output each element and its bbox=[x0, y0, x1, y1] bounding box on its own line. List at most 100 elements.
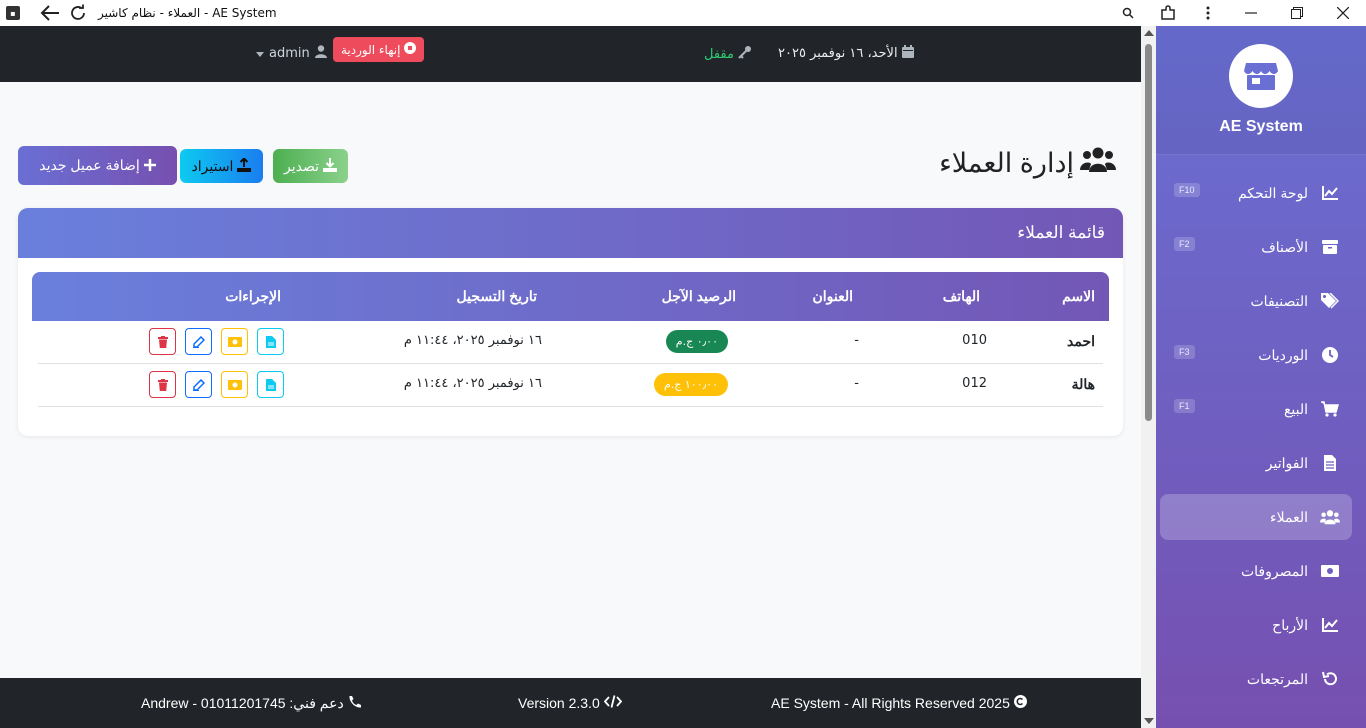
close-icon[interactable] bbox=[1320, 0, 1366, 26]
add-customer-button[interactable]: إضافة عميل جديد bbox=[18, 146, 177, 185]
shortcut-badge: F10 bbox=[1174, 183, 1200, 197]
user-menu[interactable]: admin bbox=[256, 45, 327, 62]
window-titlebar: ▪ العملاء - نظام كاشير - AE System bbox=[0, 0, 1366, 26]
date-text: الأحد، ١٦ نوفمبر ٢٠٢٥ bbox=[778, 46, 898, 61]
import-button[interactable]: استيراد bbox=[180, 149, 263, 183]
payment-button[interactable] bbox=[221, 328, 248, 355]
footer-rights: AE System - All Rights Reserved 2025 bbox=[771, 695, 1027, 711]
chart-line-icon bbox=[1320, 615, 1340, 635]
cell-date: ١٦ نوفمبر ٢٠٢٥، ١١:٤٤ م bbox=[403, 376, 542, 391]
table-header: الاسم الهاتف العنوان الرصيد الآجل تاريخ … bbox=[32, 272, 1109, 321]
shortcut-badge: F2 bbox=[1174, 237, 1195, 251]
export-button[interactable]: تصدير bbox=[273, 149, 348, 183]
header-date[interactable]: تاريخ التسجيل bbox=[457, 288, 537, 305]
table-row: هالة 012 - ١٠٠٫٠٠ ج.م ١٦ نوفمبر ٢٠٢٥، ١١… bbox=[38, 364, 1103, 407]
back-icon[interactable] bbox=[36, 0, 64, 26]
reload-icon[interactable] bbox=[64, 0, 92, 26]
cell-name: احمد bbox=[1067, 333, 1095, 349]
cell-address: - bbox=[854, 376, 859, 391]
undo-icon bbox=[1320, 669, 1340, 689]
sidebar-item-label: الأصناف bbox=[1261, 238, 1308, 255]
payment-button[interactable] bbox=[221, 371, 248, 398]
scrollbar-thumb[interactable] bbox=[1145, 44, 1152, 421]
export-label: تصدير bbox=[283, 157, 319, 174]
balance-badge: ٠٫٠٠ ج.م bbox=[665, 330, 728, 353]
app-icon: ▪ bbox=[6, 6, 20, 20]
sidebar-item-label: المرتجعات bbox=[1246, 670, 1308, 687]
search-icon[interactable] bbox=[1108, 0, 1148, 26]
sidebar-item-label: العملاء bbox=[1270, 508, 1308, 525]
tags-icon bbox=[1320, 291, 1340, 311]
minimize-icon[interactable] bbox=[1228, 0, 1274, 26]
footer-version-text: Version 2.3.0 bbox=[518, 695, 600, 711]
current-date: الأحد، ١٦ نوفمبر ٢٠٢٥ bbox=[778, 45, 914, 62]
header-address[interactable]: العنوان bbox=[812, 288, 853, 305]
caret-down-icon bbox=[256, 46, 264, 61]
phone-icon bbox=[348, 695, 362, 712]
view-button[interactable] bbox=[257, 371, 284, 398]
cart-icon bbox=[1320, 399, 1340, 419]
sidebar-item-label: التصنيفات bbox=[1250, 292, 1309, 309]
more-menu-icon[interactable] bbox=[1188, 0, 1228, 26]
sidebar-item-customers[interactable]: العملاء bbox=[1160, 494, 1352, 540]
sidebar-nav: لوحة التحكم F10 الأصناف F2 التصنيفات الو… bbox=[1156, 155, 1366, 702]
plus-icon bbox=[143, 158, 156, 174]
file-icon bbox=[265, 335, 276, 348]
cell-phone: 010 bbox=[962, 333, 987, 348]
sidebar-item-expenses[interactable]: المصروفات bbox=[1160, 548, 1352, 594]
file-icon bbox=[265, 378, 276, 391]
header-phone[interactable]: الهاتف bbox=[943, 288, 980, 305]
cell-address: - bbox=[854, 333, 859, 348]
store-logo-icon bbox=[1229, 44, 1293, 108]
edit-icon bbox=[192, 335, 205, 348]
vertical-scrollbar[interactable] bbox=[1141, 26, 1156, 728]
add-customer-label: إضافة عميل جديد bbox=[39, 157, 140, 173]
end-shift-label: إنهاء الوردية bbox=[341, 42, 401, 57]
restore-icon[interactable] bbox=[1274, 0, 1320, 26]
card-title: قائمة العملاء bbox=[1017, 223, 1105, 242]
sidebar-item-products[interactable]: الأصناف F2 bbox=[1160, 224, 1352, 270]
extensions-icon[interactable] bbox=[1148, 0, 1188, 26]
cell-date: ١٦ نوفمبر ٢٠٢٥، ١١:٤٤ م bbox=[403, 333, 542, 348]
users-icon bbox=[1320, 507, 1340, 527]
main-content: إدارة العملاء تصدير استيراد إضافة عميل ج… bbox=[0, 82, 1141, 678]
delete-button[interactable] bbox=[149, 328, 176, 355]
upload-icon bbox=[237, 156, 252, 175]
shift-status: مقفل bbox=[704, 45, 752, 63]
sidebar-item-invoices[interactable]: الفواتير bbox=[1160, 440, 1352, 486]
header-actions: الإجراءات bbox=[225, 288, 281, 304]
box-icon bbox=[1320, 237, 1340, 257]
page-title: إدارة العملاء bbox=[939, 146, 1116, 181]
sidebar-item-label: البيع bbox=[1283, 400, 1308, 417]
header-name[interactable]: الاسم bbox=[1062, 288, 1095, 305]
page-title-text: إدارة العملاء bbox=[939, 148, 1074, 178]
table-row: احمد 010 - ٠٫٠٠ ج.م ١٦ نوفمبر ٢٠٢٥، ١١:٤… bbox=[38, 321, 1103, 364]
scroll-down-icon[interactable] bbox=[1144, 718, 1154, 724]
key-icon bbox=[738, 45, 752, 63]
footer: AE System - All Rights Reserved 2025 Ver… bbox=[0, 678, 1141, 728]
money-icon bbox=[227, 336, 242, 347]
sidebar-item-sales[interactable]: البيع F1 bbox=[1160, 386, 1352, 432]
chart-line-icon bbox=[1320, 183, 1340, 203]
footer-version: Version 2.3.0 bbox=[518, 695, 622, 711]
edit-button[interactable] bbox=[185, 371, 212, 398]
sidebar-item-label: الأرباح bbox=[1272, 616, 1308, 633]
end-shift-button[interactable]: إنهاء الوردية bbox=[333, 37, 425, 62]
download-icon bbox=[323, 157, 337, 175]
scroll-up-icon[interactable] bbox=[1144, 30, 1154, 36]
sidebar-item-label: الورديات bbox=[1258, 346, 1308, 363]
user-icon bbox=[314, 45, 327, 62]
edit-button[interactable] bbox=[185, 328, 212, 355]
sidebar-item-returns[interactable]: المرتجعات bbox=[1160, 656, 1352, 702]
delete-button[interactable] bbox=[149, 371, 176, 398]
view-button[interactable] bbox=[257, 328, 284, 355]
sidebar-item-profits[interactable]: الأرباح bbox=[1160, 602, 1352, 648]
username: admin bbox=[269, 46, 310, 61]
users-icon bbox=[1080, 146, 1116, 181]
shift-status-text: مقفل bbox=[704, 46, 734, 62]
sidebar-item-dashboard[interactable]: لوحة التحكم F10 bbox=[1160, 170, 1352, 216]
header-balance[interactable]: الرصيد الآجل bbox=[662, 288, 736, 305]
sidebar-item-shifts[interactable]: الورديات F3 bbox=[1160, 332, 1352, 378]
trash-icon bbox=[157, 335, 168, 348]
sidebar-item-categories[interactable]: التصنيفات bbox=[1160, 278, 1352, 324]
